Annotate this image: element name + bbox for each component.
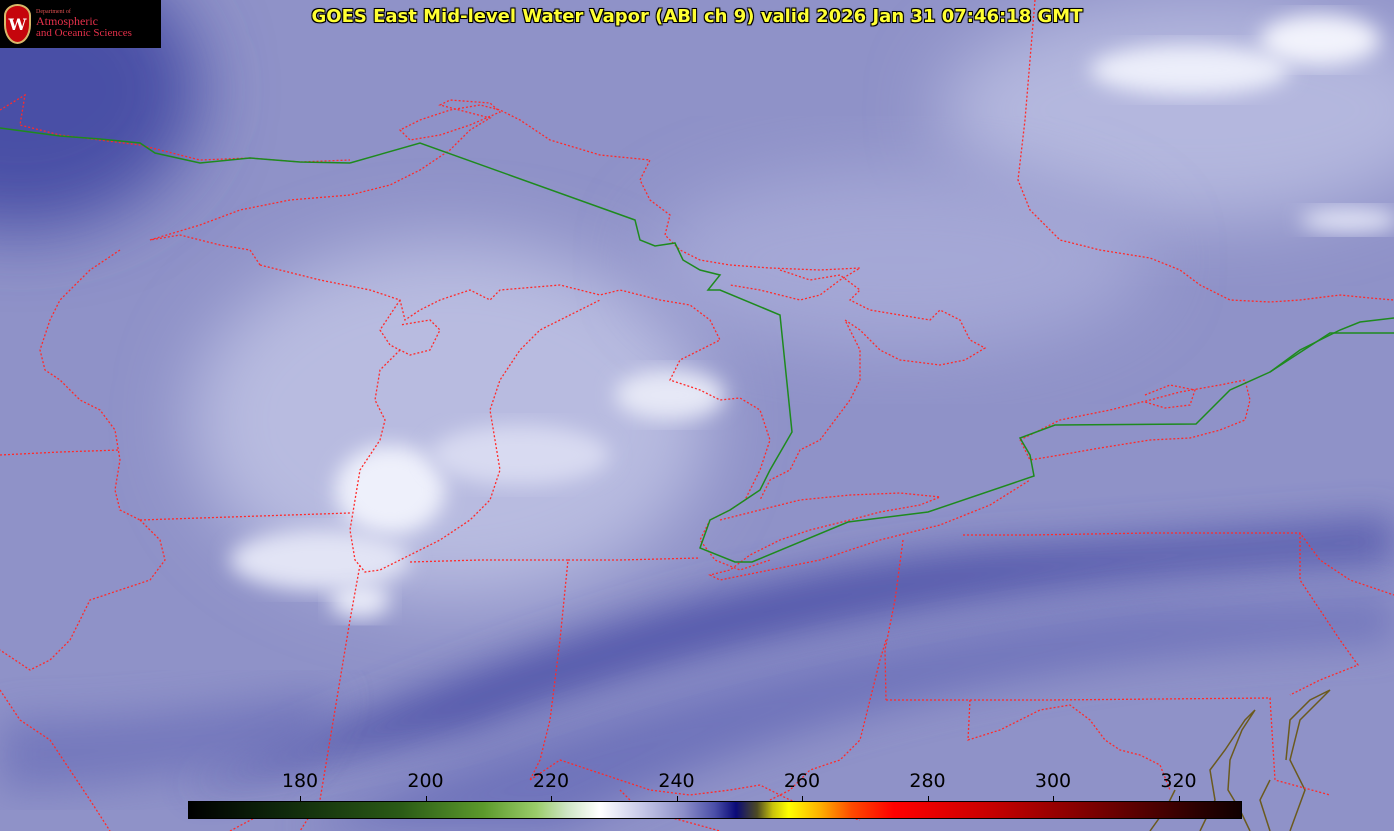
colorbar-tick-label: 220 [532,770,570,792]
colorbar-tick-label: 280 [909,770,946,792]
image-title: GOES East Mid-level Water Vapor (ABI ch … [311,6,1083,27]
temperature-colorbar [188,801,1242,819]
colorbar-tick-label: 180 [281,770,319,792]
colorbar-tick-label: 200 [407,770,444,792]
water-vapor-map [0,0,1394,831]
logo-line2: and Oceanic Sciences [36,26,132,39]
colorbar-tick-label: 260 [783,770,821,792]
colorbar-tick-label: 240 [658,770,695,792]
water-vapor-imagery [0,0,1394,831]
colorbar-tick-label: 300 [1034,770,1072,792]
colorbar-tick-label: 320 [1160,770,1197,792]
